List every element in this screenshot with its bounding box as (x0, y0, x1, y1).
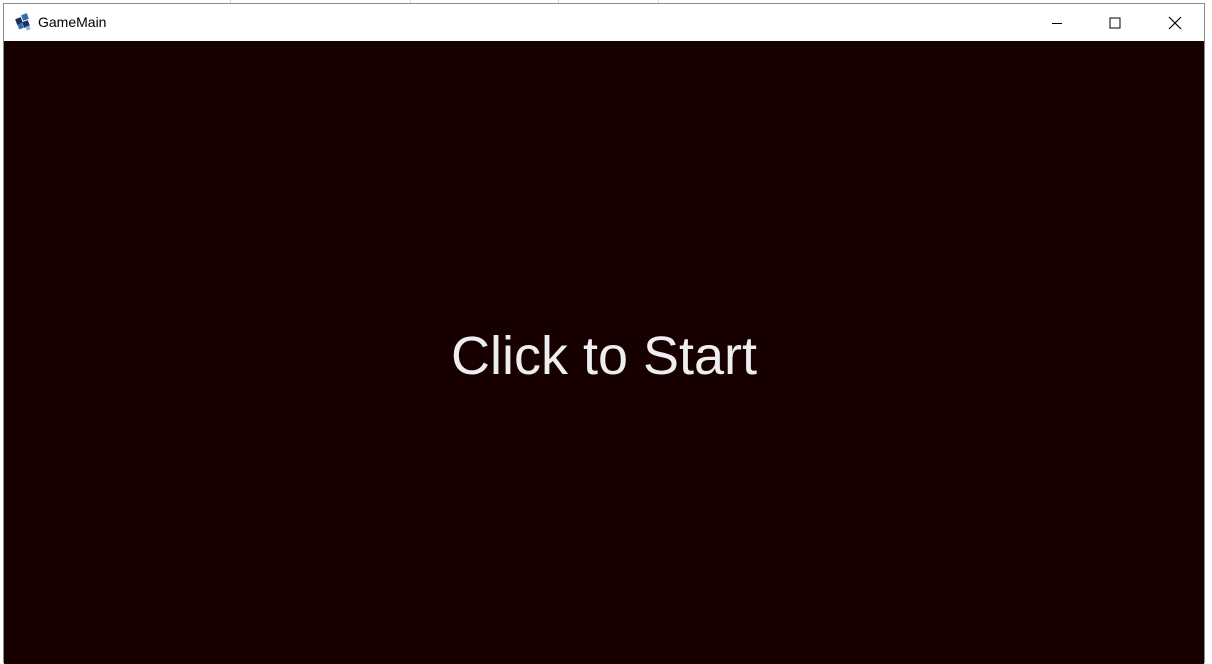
minimize-icon (1051, 17, 1063, 29)
app-icon[interactable] (13, 12, 33, 32)
close-icon (1168, 16, 1182, 30)
minimize-button[interactable] (1028, 4, 1086, 41)
maximize-button[interactable] (1086, 4, 1144, 41)
title-bar[interactable]: GameMain (4, 4, 1204, 41)
window-title: GameMain (38, 14, 107, 30)
start-prompt[interactable]: Click to Start (4, 326, 1204, 386)
close-button[interactable] (1146, 4, 1204, 41)
game-canvas[interactable]: Click to Start (4, 41, 1204, 664)
game-window: GameMain Click to Start (3, 3, 1205, 664)
maximize-icon (1109, 17, 1121, 29)
